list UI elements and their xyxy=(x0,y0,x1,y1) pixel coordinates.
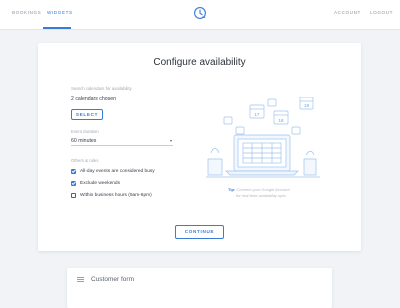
customer-form-card[interactable]: Customer form xyxy=(67,268,332,308)
top-navigation-bar: BOOKINGS WIDGETS ACCOUNT LOGOUT xyxy=(0,0,400,30)
rule-label: Within business hours (9am-6pm) xyxy=(80,192,152,198)
nav-tab-widgets[interactable]: WIDGETS xyxy=(47,10,73,15)
tip-prefix: Tip: xyxy=(228,187,236,192)
google-sync-tip: Tip: Connect your Google Account for rea… xyxy=(228,187,290,199)
checkbox-checked-icon[interactable] xyxy=(71,181,76,186)
tip-line-1: Connect your Google Account xyxy=(236,187,290,192)
calendars-value: 2 calendars chosen xyxy=(71,96,116,102)
nav-logout-link[interactable]: LOGOUT xyxy=(370,10,393,15)
checkbox-unchecked-icon[interactable] xyxy=(71,193,76,198)
checkbox-checked-icon[interactable] xyxy=(71,169,76,174)
nav-account-link[interactable]: ACCOUNT xyxy=(334,10,361,15)
page-title: Configure availability xyxy=(153,57,246,68)
select-calendars-button[interactable]: SELECT xyxy=(71,109,103,120)
nav-tab-bookings[interactable]: BOOKINGS xyxy=(12,10,41,15)
configure-availability-card: Configure availability Search calendars … xyxy=(38,43,361,251)
rule-label: All-day events are considered busy xyxy=(80,168,155,174)
active-tab-indicator xyxy=(43,27,71,29)
calendars-label: Search calendars for availability xyxy=(71,86,132,91)
duration-label: Event duration xyxy=(71,129,99,134)
calendar-date-18: 18 xyxy=(278,118,284,123)
rule-label: Exclude weekends xyxy=(80,180,120,186)
others-rules-label: Others & rules xyxy=(71,158,99,163)
calendar-laptop-illustration: 17 18 19 xyxy=(206,97,320,178)
duration-value: 60 minutes xyxy=(71,138,97,144)
calendar-date-19: 19 xyxy=(304,103,310,108)
customer-form-title: Customer form xyxy=(91,276,134,283)
tip-line-2: for real-time availability sync xyxy=(236,193,287,198)
calendar-date-17: 17 xyxy=(254,112,260,117)
clock-logo-icon[interactable] xyxy=(193,6,207,20)
list-icon xyxy=(77,277,84,282)
duration-select[interactable]: 60 minutes xyxy=(71,138,173,146)
continue-button[interactable]: CONTINUE xyxy=(175,225,224,239)
chevron-down-icon xyxy=(170,140,172,142)
